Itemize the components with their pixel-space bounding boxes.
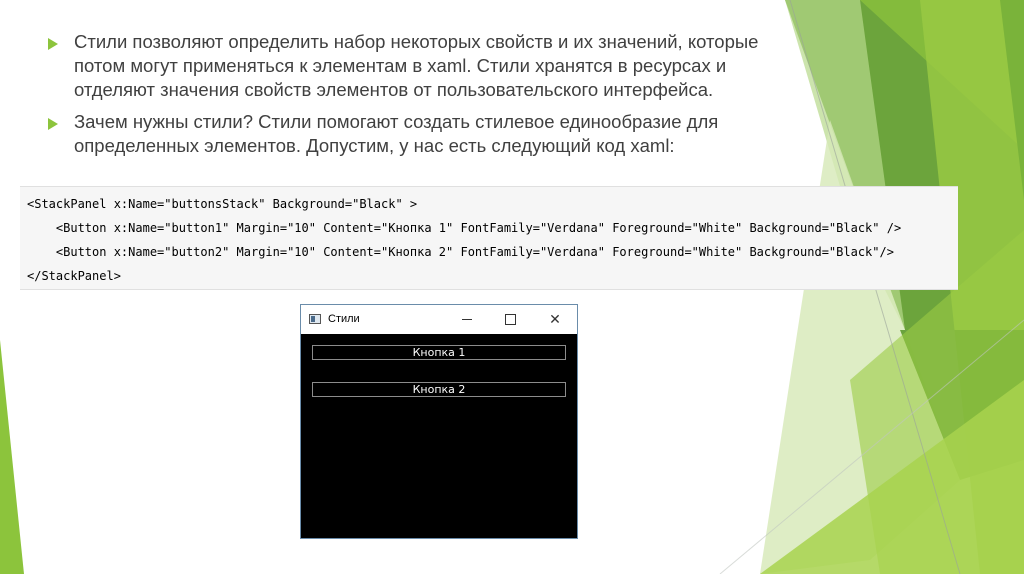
window-titlebar[interactable]: Стили ✕ <box>301 305 577 334</box>
close-icon[interactable]: ✕ <box>547 311 563 327</box>
bullet-list: Стили позволяют определить набор некотор… <box>48 30 778 166</box>
code-line: </StackPanel> <box>27 269 121 283</box>
bullet-text: Стили позволяют определить набор некотор… <box>74 31 759 100</box>
maximize-icon[interactable] <box>502 311 518 327</box>
window-app-icon <box>309 314 321 324</box>
bullet-arrow-icon <box>48 118 58 130</box>
code-line: <Button x:Name="button2" Margin="10" Con… <box>27 245 894 259</box>
window-title: Стили <box>328 313 360 325</box>
bullet-item: Зачем нужны стили? Стили помогают создат… <box>48 110 778 158</box>
code-line: <StackPanel x:Name="buttonsStack" Backgr… <box>27 197 418 211</box>
minimize-icon[interactable] <box>459 311 475 327</box>
code-line: <Button x:Name="button1" Margin="10" Con… <box>27 221 902 235</box>
bullet-arrow-icon <box>48 38 58 50</box>
app-window: Стили ✕ Кнопка 1 Кнопка 2 <box>300 304 578 539</box>
bullet-item: Стили позволяют определить набор некотор… <box>48 30 778 102</box>
code-block: <StackPanel x:Name="buttonsStack" Backgr… <box>20 186 958 290</box>
bullet-text: Зачем нужны стили? Стили помогают создат… <box>74 111 719 156</box>
button-2[interactable]: Кнопка 2 <box>312 382 566 397</box>
button-1[interactable]: Кнопка 1 <box>312 345 566 360</box>
